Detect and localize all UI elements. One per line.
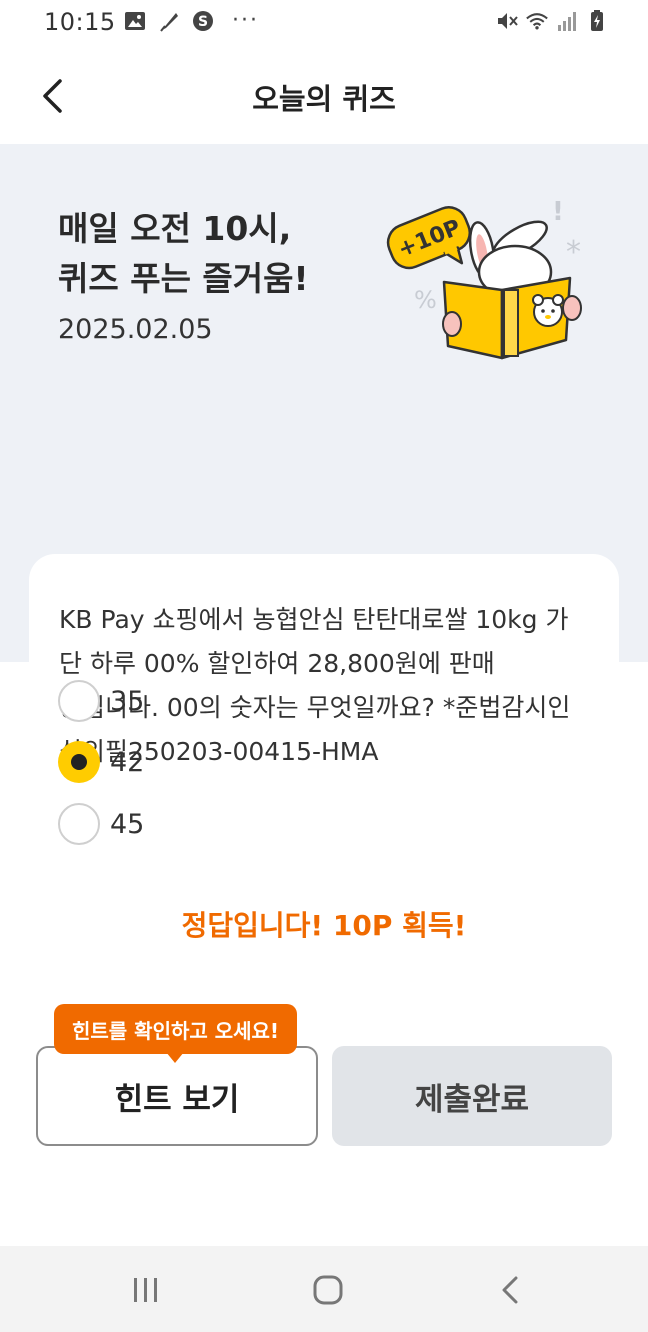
quiz-date: 2025.02.05	[58, 314, 213, 345]
hint-tooltip: 힌트를 확인하고 오세요!	[54, 1004, 298, 1054]
recent-apps-button[interactable]	[124, 1268, 168, 1312]
wifi-icon	[526, 10, 548, 32]
radio-unselected[interactable]	[58, 680, 100, 722]
mute-icon	[496, 10, 518, 32]
svg-text:!: !	[552, 197, 564, 227]
result-message: 정답입니다! 10P 획득!	[181, 909, 467, 942]
radio-dot-icon	[71, 754, 87, 770]
option-label: 42	[110, 746, 145, 778]
home-icon	[313, 1275, 343, 1305]
more-notifications-icon: ···	[232, 8, 259, 33]
option-label: 45	[110, 808, 145, 840]
radio-selected[interactable]	[58, 741, 100, 783]
submit-button[interactable]: 제출완료	[332, 1046, 612, 1146]
status-system-icons	[496, 10, 608, 32]
svg-text:*: *	[566, 235, 581, 270]
signal-icon	[556, 10, 578, 32]
home-button[interactable]	[306, 1268, 350, 1312]
back-icon	[502, 1276, 518, 1304]
page-title: 오늘의 퀴즈	[252, 82, 396, 116]
option-42[interactable]: 42	[58, 741, 144, 783]
rabbit-reading-book-illustration: ! * % +10P	[386, 197, 582, 360]
hero-headline: 매일 오전 10시, 퀴즈 푸는 즐거움!	[58, 204, 309, 304]
svg-text:S: S	[198, 14, 208, 30]
hero-headline-line1: 매일 오전 10시,	[58, 209, 292, 248]
system-nav-bar	[0, 1246, 648, 1332]
quiz-hero: 매일 오전 10시, 퀴즈 푸는 즐거움! 2025.02.05 ! * % +…	[0, 144, 648, 814]
option-45[interactable]: 45	[58, 803, 144, 845]
hero-headline-line2: 퀴즈 푸는 즐거움!	[58, 259, 309, 298]
gallery-icon	[124, 10, 146, 32]
status-bar: 10:15 S ···	[0, 0, 648, 48]
svg-text:%: %	[414, 286, 437, 314]
option-35[interactable]: 35	[58, 680, 144, 722]
back-nav-button[interactable]	[488, 1268, 532, 1312]
status-notifications: S ···	[124, 10, 259, 32]
radio-unselected[interactable]	[58, 803, 100, 845]
option-label: 35	[110, 685, 145, 717]
app-header: 오늘의 퀴즈	[0, 48, 648, 144]
s-coin-icon: S	[192, 10, 214, 32]
battery-icon	[586, 10, 608, 32]
status-time: 10:15	[44, 8, 116, 36]
feather-icon	[158, 10, 180, 32]
recent-apps-icon	[134, 1278, 157, 1302]
hint-tooltip-arrow	[166, 1052, 184, 1063]
